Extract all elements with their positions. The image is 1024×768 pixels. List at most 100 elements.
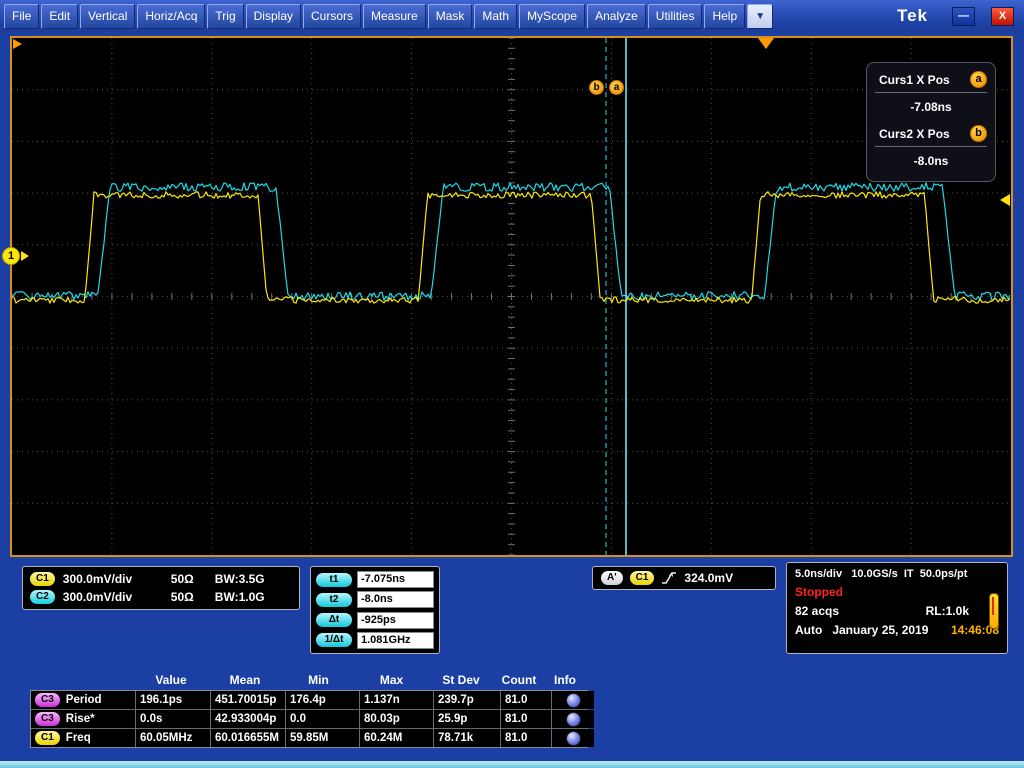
measurement-cell: 25.9p xyxy=(434,710,500,728)
t1-value: -7.075ns xyxy=(357,571,434,588)
acquisition-status: Stopped xyxy=(795,585,843,599)
curs2-value: -8.0ns xyxy=(913,154,949,168)
measurement-cell: 81.0 xyxy=(501,729,551,747)
info-icon[interactable] xyxy=(565,730,581,746)
acq-count: 82 acqs xyxy=(795,604,840,618)
date-text: January 25, 2019 xyxy=(832,623,929,637)
delta-t-badge: Δt xyxy=(316,613,352,628)
menu-trig[interactable]: Trig xyxy=(207,3,244,29)
trigger-mode: Auto xyxy=(795,623,823,637)
measurement-header-row: Value Mean Min Max St Dev Count Info xyxy=(30,672,588,690)
menu-horiz-acq[interactable]: Horiz/Acq xyxy=(137,3,206,29)
channel-readout-box[interactable]: C1 300.0mV/div 50Ω BW:3.5G C2 300.0mV/di… xyxy=(22,566,300,610)
measurement-source-badge: C3 xyxy=(35,693,60,707)
horizontal-reference-arrow xyxy=(13,39,22,49)
measurement-cell: 42.933004p xyxy=(211,710,285,728)
menu-mask[interactable]: Mask xyxy=(427,3,473,29)
header-min: Min xyxy=(308,673,329,687)
measurement-info-cell xyxy=(552,710,594,728)
tek-logo: Tek xyxy=(896,6,928,25)
channel-1-impedance: 50Ω xyxy=(170,572,194,586)
inverse-delta-t-badge: 1/Δt xyxy=(316,633,352,648)
measurement-cell: 80.03p xyxy=(360,710,433,728)
menu-help[interactable]: Help xyxy=(704,3,746,29)
measurement-name: Freq xyxy=(65,732,91,744)
divider xyxy=(875,92,987,93)
channel-1-bandwidth: BW:3.5G xyxy=(214,572,265,586)
measurement-cell: 81.0 xyxy=(501,691,551,709)
menu-measure[interactable]: Measure xyxy=(363,3,426,29)
measurement-source-badge: C1 xyxy=(35,731,60,745)
measurement-cell: 60.05MHz xyxy=(136,729,210,747)
header-count: Count xyxy=(501,673,537,687)
menu-file[interactable]: File xyxy=(4,3,40,29)
menu-dropdown-button[interactable]: ▼ xyxy=(747,3,774,29)
t2-row: t2 -8.0ns xyxy=(316,591,434,609)
channel-1-marker[interactable]: 1 xyxy=(2,247,29,265)
menu-math[interactable]: Math xyxy=(474,3,518,29)
cursor-time-readout-box: t1 -7.075ns t2 -8.0ns Δt -925ps 1/Δt 1.0… xyxy=(310,566,440,654)
measurement-body: C3 Period 196.1ps 451.70015p 176.4p 1.13… xyxy=(30,690,594,748)
thermometer-icon xyxy=(989,593,999,629)
measurement-cell: 451.70015p xyxy=(211,691,285,709)
curs2-label: Curs2 X Pos xyxy=(879,126,950,141)
acquisition-counts: 82 acqs RL:1.0k xyxy=(795,604,999,618)
channel-1-badge: C1 xyxy=(30,572,55,586)
measurement-cell: 0.0s xyxy=(136,710,210,728)
measurement-cell: 60.24M xyxy=(360,729,433,747)
record-length: RL:1.0k xyxy=(925,604,969,618)
menu-vertical[interactable]: Vertical xyxy=(80,3,136,29)
menu-utilities[interactable]: Utilities xyxy=(647,3,703,29)
channel-level-arrow xyxy=(1000,194,1010,206)
measurement-cell: 0.0 xyxy=(286,710,359,728)
t1-row: t1 -7.075ns xyxy=(316,571,434,588)
header-info: Info xyxy=(554,673,576,687)
menu-display[interactable]: Display xyxy=(245,3,301,29)
channel-2-trace xyxy=(11,182,1011,301)
curs1-label: Curs1 X Pos xyxy=(879,72,950,87)
trigger-readout-box[interactable]: A' C1 324.0mV xyxy=(592,566,776,590)
arrow-right-icon xyxy=(21,251,29,261)
measurement-name: Rise* xyxy=(65,713,95,725)
trigger-position-marker[interactable] xyxy=(758,38,774,49)
header-max: Max xyxy=(379,673,404,687)
close-icon: X xyxy=(998,10,1007,22)
trigger-a-badge: A' xyxy=(601,571,623,585)
header-mean: Mean xyxy=(229,673,261,687)
header-stdev: St Dev xyxy=(442,673,480,687)
menu-cursors[interactable]: Cursors xyxy=(303,3,362,29)
chevron-down-icon: ▼ xyxy=(755,10,766,22)
info-icon[interactable] xyxy=(565,692,581,708)
measurement-label: C3 Rise* xyxy=(31,710,135,728)
cursor-b-handle[interactable]: b xyxy=(589,80,604,95)
measurement-cell: 59.85M xyxy=(286,729,359,747)
divider xyxy=(875,146,987,147)
info-icon[interactable] xyxy=(565,711,581,727)
channel-2-bandwidth: BW:1.0G xyxy=(214,590,265,604)
menu-bar: File Edit Vertical Horiz/Acq Trig Displa… xyxy=(0,0,1024,32)
header-value: Value xyxy=(155,673,187,687)
cursor-a-badge-icon: a xyxy=(970,71,987,88)
cursor-a-handle[interactable]: a xyxy=(609,80,624,95)
measurement-cell: 78.71k xyxy=(434,729,500,747)
channel-2-badge: C2 xyxy=(30,590,55,604)
window-controls: — X xyxy=(952,6,1020,26)
menu-myscope[interactable]: MyScope xyxy=(519,3,586,29)
close-button[interactable]: X xyxy=(991,6,1014,26)
minimize-button[interactable]: — xyxy=(952,6,975,26)
channel-2-impedance: 50Ω xyxy=(170,590,194,604)
measurement-cell: 176.4p xyxy=(286,691,359,709)
measurement-cell: 60.016655M xyxy=(211,729,285,747)
channel-1-scale: 300.0mV/div xyxy=(62,572,133,586)
acquisition-datetime: Auto January 25, 2019 14:46:08 xyxy=(795,623,999,637)
cursor-readout-panel: Curs1 X Pos a -7.08ns Curs2 X Pos b -8.0… xyxy=(866,62,996,182)
inverse-delta-t-value: 1.081GHz xyxy=(357,631,434,649)
measurement-cell: 1.137n xyxy=(360,691,433,709)
trigger-level: 324.0mV xyxy=(684,571,734,585)
measurement-label: C1 Freq xyxy=(31,729,135,747)
menu-analyze[interactable]: Analyze xyxy=(587,3,646,29)
rising-edge-icon xyxy=(662,571,677,584)
scope-graticule xyxy=(11,37,1011,556)
menu-edit[interactable]: Edit xyxy=(41,3,79,29)
inverse-delta-t-row: 1/Δt 1.081GHz xyxy=(316,631,434,649)
